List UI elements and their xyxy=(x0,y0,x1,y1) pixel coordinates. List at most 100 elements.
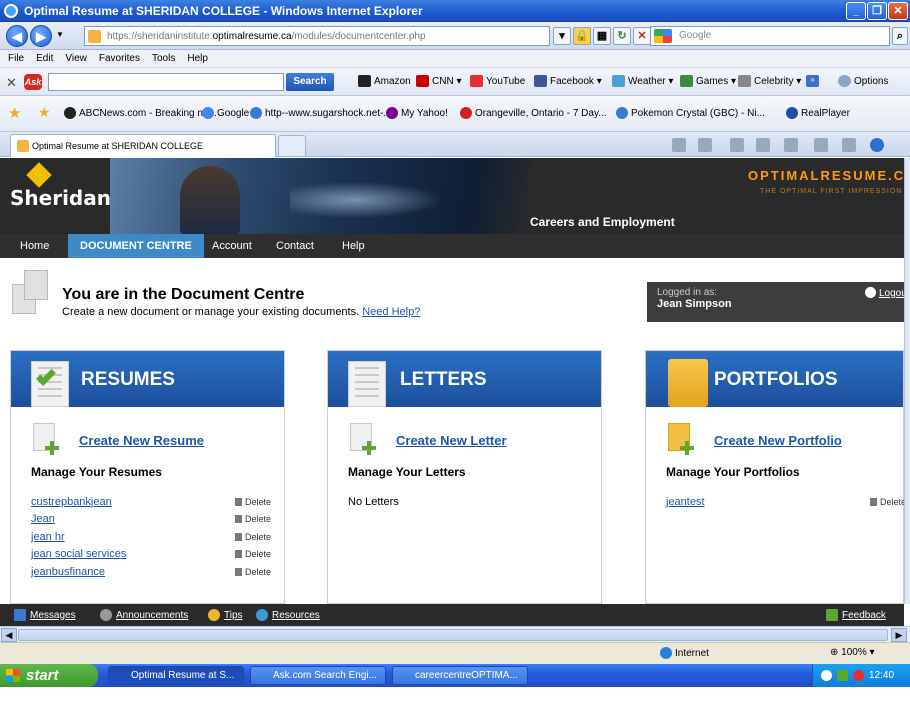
nav-contact[interactable]: Contact xyxy=(264,234,326,258)
maximize-button[interactable]: ❐ xyxy=(867,2,887,20)
page-menu-icon[interactable] xyxy=(784,138,798,152)
fav-abcnews[interactable]: ABCNews.com - Breaking ne... xyxy=(64,107,217,119)
zoom-level[interactable]: ⊕ 100% ▾ xyxy=(830,647,875,658)
toolbar-youtube[interactable]: YouTube xyxy=(470,75,525,87)
forward-button[interactable]: ▶ xyxy=(30,25,52,47)
messages-link[interactable]: Messages xyxy=(14,609,76,621)
delete-button[interactable]: Delete xyxy=(234,532,271,542)
need-help-link[interactable]: Need Help? xyxy=(362,306,420,318)
fav-sugarshock[interactable]: http--www.sugarshock.net-... xyxy=(250,107,392,119)
security-alert-icon[interactable] xyxy=(853,670,864,681)
nav-help[interactable]: Help xyxy=(330,234,377,258)
mail-icon[interactable] xyxy=(730,138,744,152)
feedback-link[interactable]: Feedback xyxy=(826,609,886,621)
menu-favorites[interactable]: Favorites xyxy=(99,53,140,64)
scroll-right-button[interactable]: ▶ xyxy=(891,628,907,642)
new-tab-button[interactable] xyxy=(278,135,306,156)
history-dropdown-icon[interactable]: ▼ xyxy=(56,30,64,39)
sheridan-logo[interactable]: Sheridan xyxy=(10,186,111,210)
fav-pokemon[interactable]: Pokemon Crystal (GBC) - Ni... xyxy=(616,107,765,119)
taskbar-item-careercentre[interactable]: careercentreOPTIMA... xyxy=(392,666,528,685)
resume-link[interactable]: Jean xyxy=(31,513,55,525)
delete-button[interactable]: Delete xyxy=(869,497,904,507)
start-button[interactable]: start xyxy=(0,664,98,687)
nav-account[interactable]: Account xyxy=(200,234,264,258)
taskbar-item-optimal-resume[interactable]: Optimal Resume at S... xyxy=(108,666,244,685)
resume-link[interactable]: jean hr xyxy=(31,531,65,543)
stop-icon[interactable]: ✕ xyxy=(633,27,651,45)
toolbar-games[interactable]: Games ▾ xyxy=(680,75,736,87)
manage-resumes-heading: Manage Your Resumes xyxy=(31,465,162,479)
menu-tools[interactable]: Tools xyxy=(152,53,175,64)
nav-home[interactable]: Home xyxy=(8,234,61,258)
feeds-icon[interactable] xyxy=(698,138,712,152)
lock-icon[interactable]: 🔒 xyxy=(573,27,591,45)
back-button[interactable]: ◀ xyxy=(6,25,28,47)
search-go-icon[interactable]: ⌕ xyxy=(892,27,908,45)
print-icon[interactable] xyxy=(756,138,770,152)
announcements-icon xyxy=(100,609,112,621)
tips-link[interactable]: Tips xyxy=(208,609,243,621)
network-icon[interactable] xyxy=(837,670,848,681)
security-zone[interactable]: Internet xyxy=(660,647,709,659)
create-portfolio-link[interactable]: Create New Portfolio xyxy=(714,433,842,448)
toolbar-celebrity[interactable]: Celebrity ▾ xyxy=(738,75,801,87)
nav-document-centre[interactable]: DOCUMENT CENTRE xyxy=(68,234,204,258)
fav-realplayer[interactable]: RealPlayer xyxy=(786,107,850,119)
create-letter-link[interactable]: Create New Letter xyxy=(396,433,507,448)
create-resume[interactable]: Create New Resume xyxy=(33,423,204,457)
optimalresume-logo[interactable]: OPTIMALRESUME.CA xyxy=(748,168,904,183)
create-portfolio[interactable]: Create New Portfolio xyxy=(668,423,842,457)
create-resume-link[interactable]: Create New Resume xyxy=(79,433,204,448)
help-icon[interactable] xyxy=(870,138,884,152)
delete-button[interactable]: Delete xyxy=(234,497,271,507)
announcements-link[interactable]: Announcements xyxy=(100,609,188,621)
fav-orangeville[interactable]: Orangeville, Ontario - 7 Day... xyxy=(460,107,607,119)
address-dropdown-icon[interactable]: ▾ xyxy=(553,27,571,45)
toolbar-weather[interactable]: Weather ▾ xyxy=(612,75,673,87)
resume-link[interactable]: jean social services xyxy=(31,548,126,560)
tools-gear-icon[interactable] xyxy=(842,138,856,152)
page-title: You are in the Document Centre xyxy=(62,286,305,303)
ask-search-input[interactable] xyxy=(48,73,284,91)
ask-search-button[interactable]: Search xyxy=(286,73,334,91)
close-button[interactable]: ✕ xyxy=(888,2,908,20)
delete-button[interactable]: Delete xyxy=(234,514,271,524)
favorites-star-icon[interactable]: ★ xyxy=(8,104,21,122)
tray-icon[interactable] xyxy=(821,670,832,681)
vertical-scrollbar[interactable] xyxy=(904,158,910,604)
logout-link[interactable]: Logout xyxy=(865,287,904,299)
delete-button[interactable]: Delete xyxy=(234,549,271,559)
minimize-button[interactable]: _ xyxy=(846,2,866,20)
horizontal-scrollbar[interactable]: ◀ ▶ xyxy=(0,626,910,642)
fav-yahoo[interactable]: My Yahoo! xyxy=(386,107,448,119)
search-input[interactable]: Google xyxy=(650,26,890,46)
menu-view[interactable]: View xyxy=(65,53,87,64)
toolbar-amazon[interactable]: Amazon xyxy=(358,75,411,87)
safety-icon[interactable] xyxy=(814,138,828,152)
toolbar-facebook[interactable]: Facebook ▾ xyxy=(534,75,602,87)
resume-link[interactable]: custrepbankjean xyxy=(31,496,112,508)
toolbar-cnn[interactable]: CNN ▾ xyxy=(416,75,461,87)
scroll-thumb[interactable] xyxy=(18,629,888,641)
delete-button[interactable]: Delete xyxy=(234,567,271,577)
close-toolbar-icon[interactable]: ✕ xyxy=(6,75,17,91)
toolbar-options[interactable]: Options xyxy=(838,75,888,87)
tab-optimal-resume[interactable]: Optimal Resume at SHERIDAN COLLEGE xyxy=(10,134,276,157)
add-favorite-icon[interactable]: ★ xyxy=(38,104,51,121)
taskbar-item-ask[interactable]: Ask.com Search Engi... xyxy=(250,666,386,685)
address-input[interactable]: https://sheridaninstitute. optimalresume.… xyxy=(84,26,550,46)
fav-google[interactable]: Google xyxy=(202,107,249,119)
home-icon[interactable] xyxy=(672,138,686,152)
menu-edit[interactable]: Edit xyxy=(36,53,53,64)
refresh-icon[interactable]: ↻ xyxy=(613,27,631,45)
scroll-left-button[interactable]: ◀ xyxy=(1,628,17,642)
resume-link[interactable]: jeanbusfinance xyxy=(31,566,105,578)
portfolio-link[interactable]: jeantest xyxy=(666,496,705,508)
menu-help[interactable]: Help xyxy=(187,53,208,64)
resources-link[interactable]: Resources xyxy=(256,609,320,621)
create-letter[interactable]: Create New Letter xyxy=(350,423,507,457)
compatibility-icon[interactable]: ▦ xyxy=(593,27,611,45)
menu-file[interactable]: File xyxy=(8,53,24,64)
toolbar-more[interactable]: » xyxy=(806,75,822,87)
